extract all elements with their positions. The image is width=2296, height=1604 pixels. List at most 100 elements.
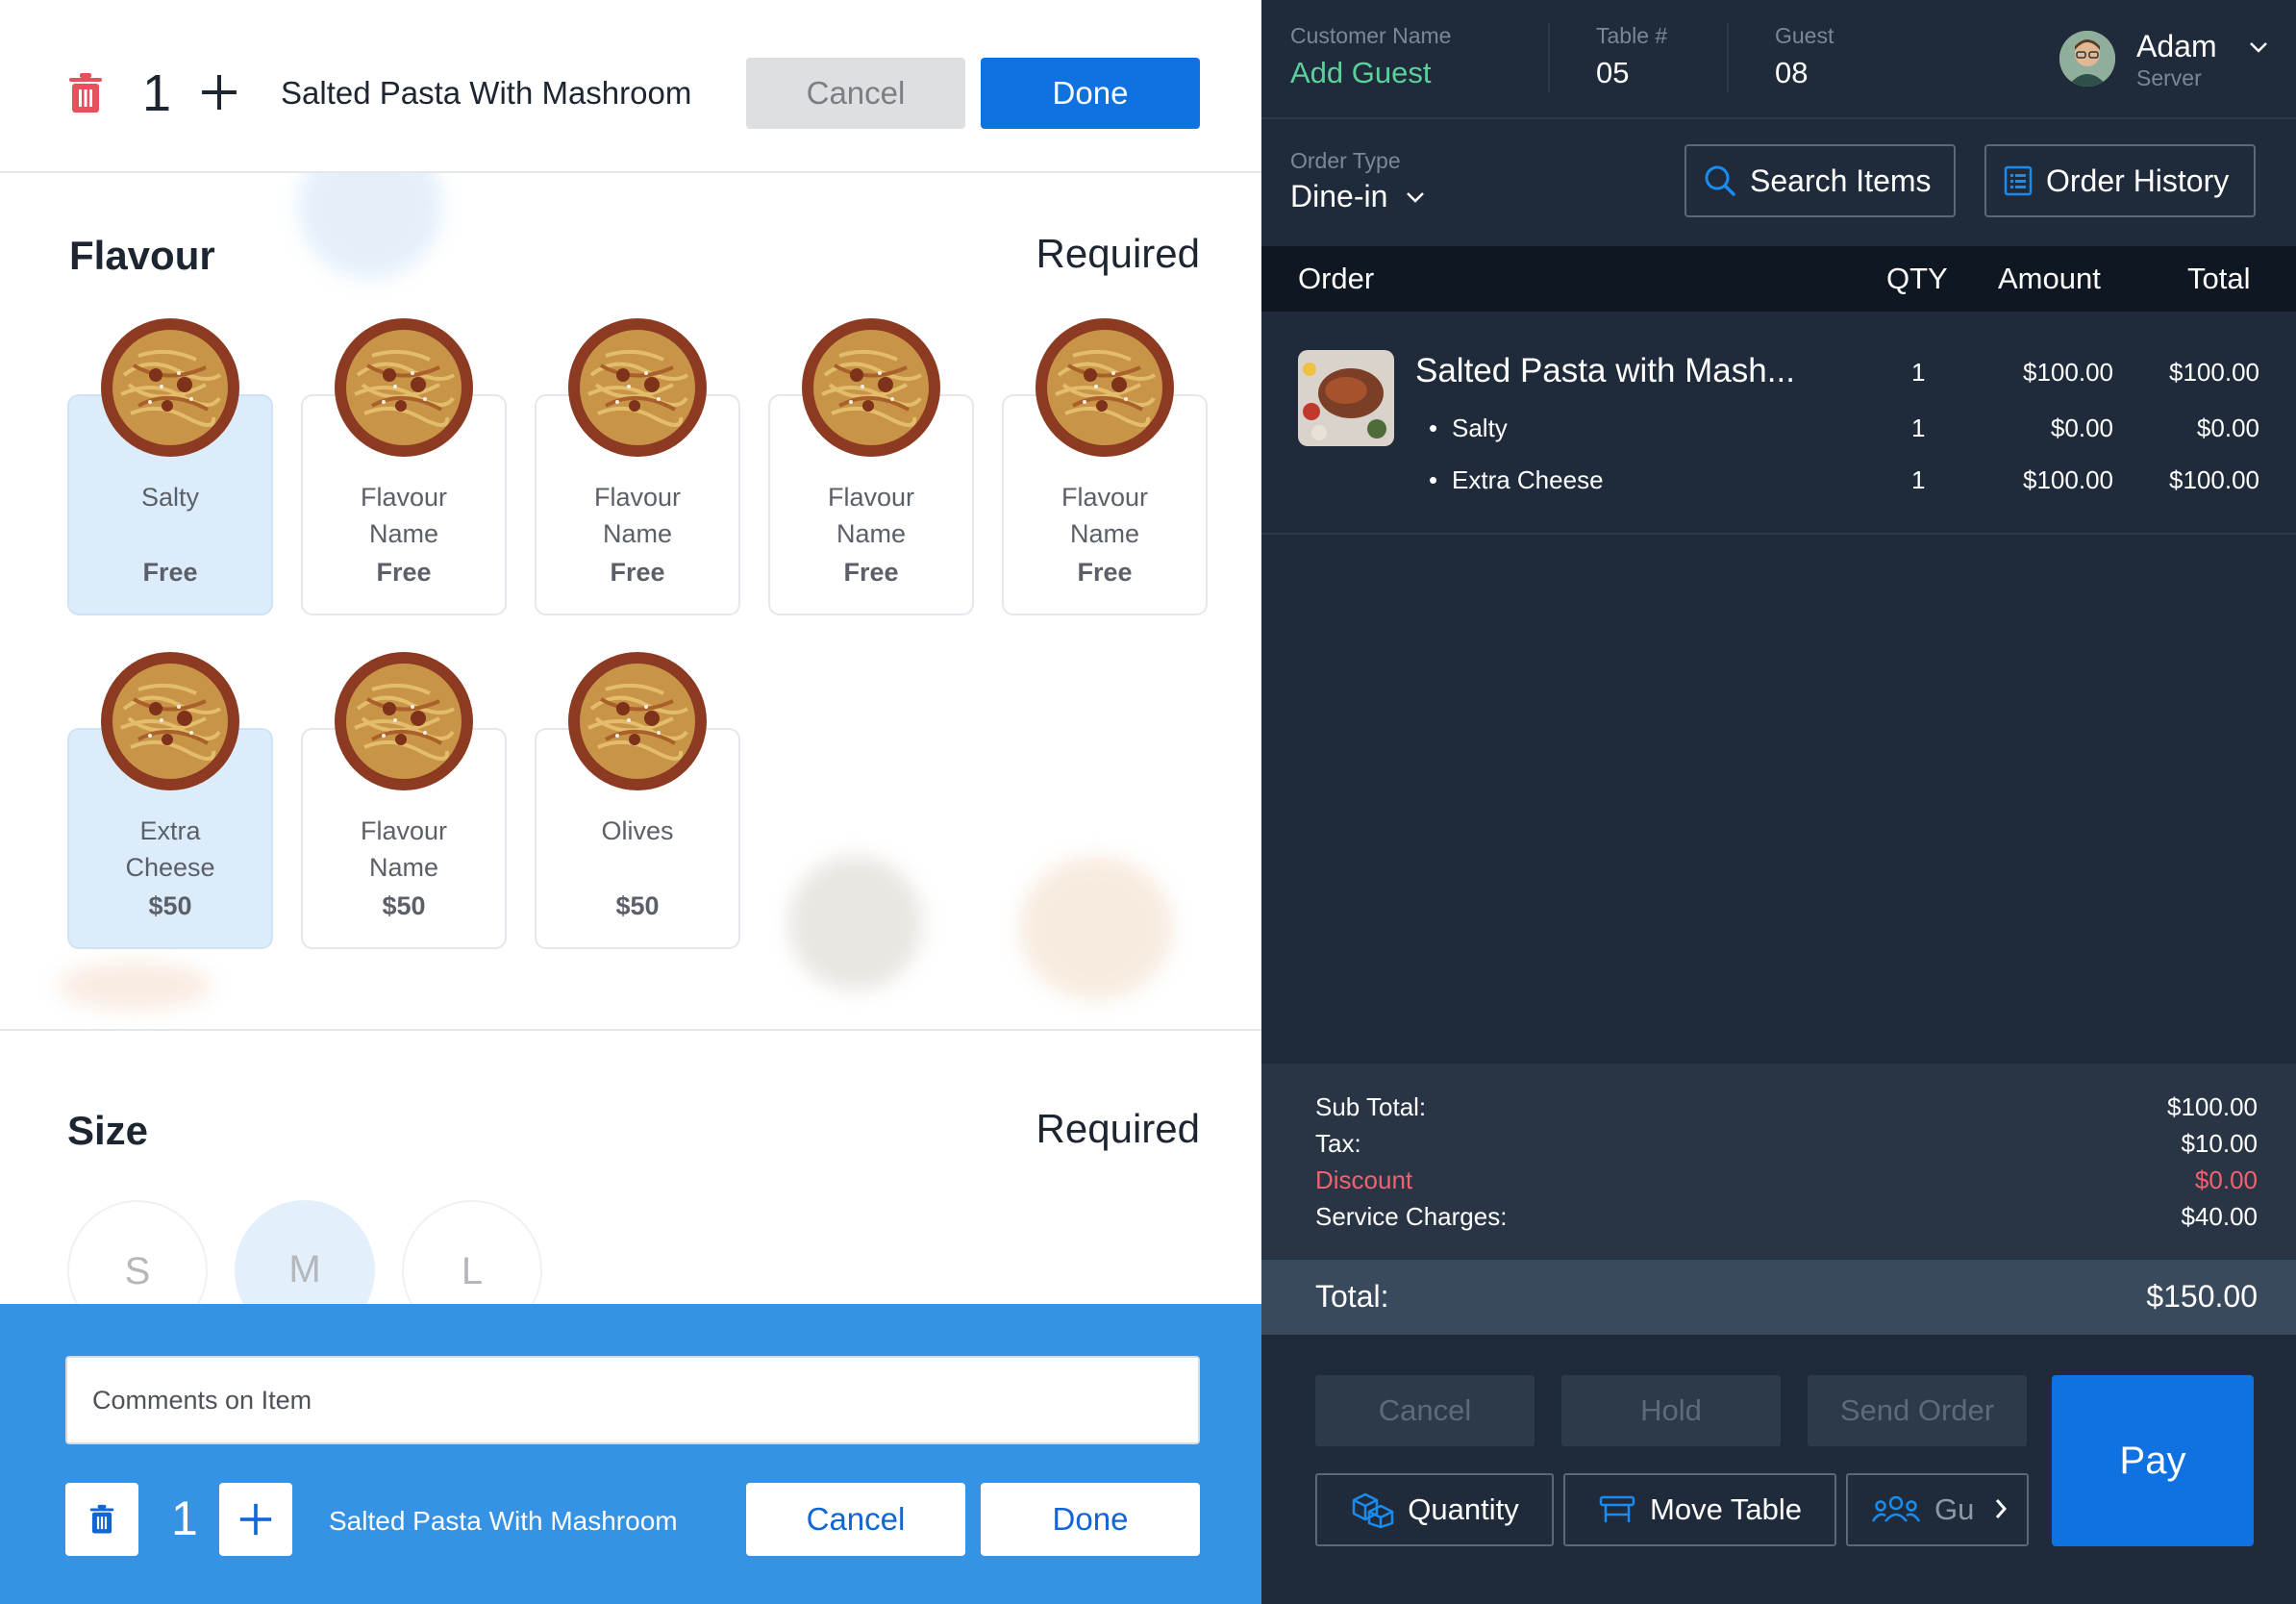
flavour-option-name-line: Name [368,853,439,882]
flavour-option-name: Olives [546,813,729,849]
size-required-label: Required [1036,1106,1200,1151]
list-icon [2004,165,2033,196]
delete-item-button[interactable] [60,67,112,119]
user-menu[interactable]: Adam Server [2059,29,2271,90]
increase-quantity-button[interactable] [194,67,244,117]
increase-quantity-button[interactable] [219,1483,292,1556]
order-type-label: Order Type [1290,148,1401,173]
done-button[interactable]: Done [981,58,1200,129]
table-label: Table # [1596,23,1668,48]
order-line-item[interactable]: Salted Pasta with Mash... 1 $100.00 $100… [1261,312,2296,533]
modifier-qty: 1 [1911,465,1926,494]
order-history-button[interactable]: Order History [1984,144,2256,217]
total-label: Total: [1315,1279,1389,1314]
guest-count: 08 [1775,56,1809,89]
boxes-icon [1353,1492,1394,1529]
modifier-name: Extra Cheese [1452,465,1604,494]
send-order-button[interactable]: Send Order [1808,1375,2027,1446]
header-separator [1261,117,2296,119]
flavour-option-price: Free [142,558,198,587]
user-role: Server [2136,65,2202,90]
flavour-option-name-line: Salty [140,483,200,512]
section-divider [0,1029,1261,1031]
order-type-value: Dine-in [1290,179,1388,213]
order-list-separator [1261,533,2296,535]
users-icon [1871,1495,1921,1522]
order-item-amount: $100.00 [2023,358,2113,387]
order-total-bar: Total: $150.00 [1261,1260,2296,1335]
delete-item-button[interactable] [65,1483,138,1556]
order-type-select[interactable]: Dine-in [1290,179,1426,214]
search-icon [1705,165,1735,196]
flavour-option-name-line: Name [602,519,673,548]
background-blur [58,962,212,1010]
customer-name-label: Customer Name [1290,23,1452,48]
table-number: 05 [1596,56,1630,89]
flavour-option-name-line: Flavour [827,483,915,512]
flavour-option-name: Flavour Name [312,479,495,552]
order-panel: Customer Name Add Guest Table # 05 Guest… [1261,0,2296,1604]
flavour-section-title: Flavour [69,233,215,278]
flavour-option-image [334,651,474,791]
guest-label: Guest [1775,23,1834,48]
flavour-option-name-line: Extra [139,816,201,845]
order-table-header: Order QTY Amount Total [1261,246,2296,312]
tax-value: $10.00 [2181,1129,2258,1158]
plus-icon [239,1503,272,1536]
avatar-image [2059,31,2115,87]
food-image [1298,350,1394,446]
pasta-bowl-image [568,652,707,790]
move-table-button[interactable]: Move Table [1563,1473,1836,1546]
flavour-option-image [334,317,474,458]
scroll-actions-right-button[interactable] [1979,1487,2023,1531]
modifier-total: $100.00 [2169,465,2259,494]
flavour-option-name-line: Name [1069,519,1140,548]
done-button[interactable]: Done [981,1483,1200,1556]
cancel-button[interactable]: Cancel [746,58,965,129]
order-item-name: Salted Pasta with Mash... [1415,352,1795,389]
hold-order-button[interactable]: Hold [1561,1375,1781,1446]
quantity-label: Quantity [1408,1492,1519,1526]
column-amount: Amount [1998,262,2101,295]
quantity-button[interactable]: Quantity [1315,1473,1554,1546]
order-item-qty: 1 [1911,358,1926,387]
subtotal-label: Sub Total: [1315,1092,1427,1121]
pasta-bowl-image [802,318,940,457]
flavour-option-image [100,651,240,791]
user-name: Adam [2136,29,2217,63]
tax-label: Tax: [1315,1129,1361,1158]
flavour-option-name-line: Cheese [125,853,215,882]
cancel-button[interactable]: Cancel [746,1483,965,1556]
item-name: Salted Pasta With Mashroom [329,1506,678,1536]
chevron-right-icon [1995,1499,2008,1518]
pay-button[interactable]: Pay [2052,1375,2254,1546]
flavour-option-price: Free [1077,558,1133,587]
flavour-option-name-line: Olives [601,816,674,845]
flavour-option-name-line: Name [368,519,439,548]
flavour-option-name-line: Name [836,519,907,548]
search-items-button[interactable]: Search Items [1685,144,1956,217]
column-order: Order [1298,262,1375,295]
pasta-bowl-image [335,652,473,790]
flavour-option-name-line: Flavour [360,816,448,845]
trash-icon [69,73,102,113]
header-divider [1548,23,1550,92]
modifier-bullet: • [1429,465,1438,494]
comments-input[interactable]: Comments on Item [65,1356,1200,1444]
flavour-option-image [567,317,708,458]
column-qty: QTY [1886,262,1948,295]
trash-icon [89,1504,114,1534]
modifier-name: Salty [1452,414,1508,442]
add-guest-link[interactable]: Add Guest [1290,56,1431,90]
table-icon [1599,1495,1635,1522]
modifier-amount: $0.00 [2050,414,2113,442]
flavour-option-price: Free [610,558,665,587]
flavour-option-name-line: Flavour [360,483,448,512]
cancel-order-button[interactable]: Cancel [1315,1375,1535,1446]
discount-value: $0.00 [2194,1165,2258,1194]
order-history-label: Order History [2046,163,2230,198]
order-item-total: $100.00 [2169,358,2259,387]
plus-icon [202,75,237,110]
pasta-bowl-image [101,652,239,790]
item-thumbnail [1298,350,1394,446]
